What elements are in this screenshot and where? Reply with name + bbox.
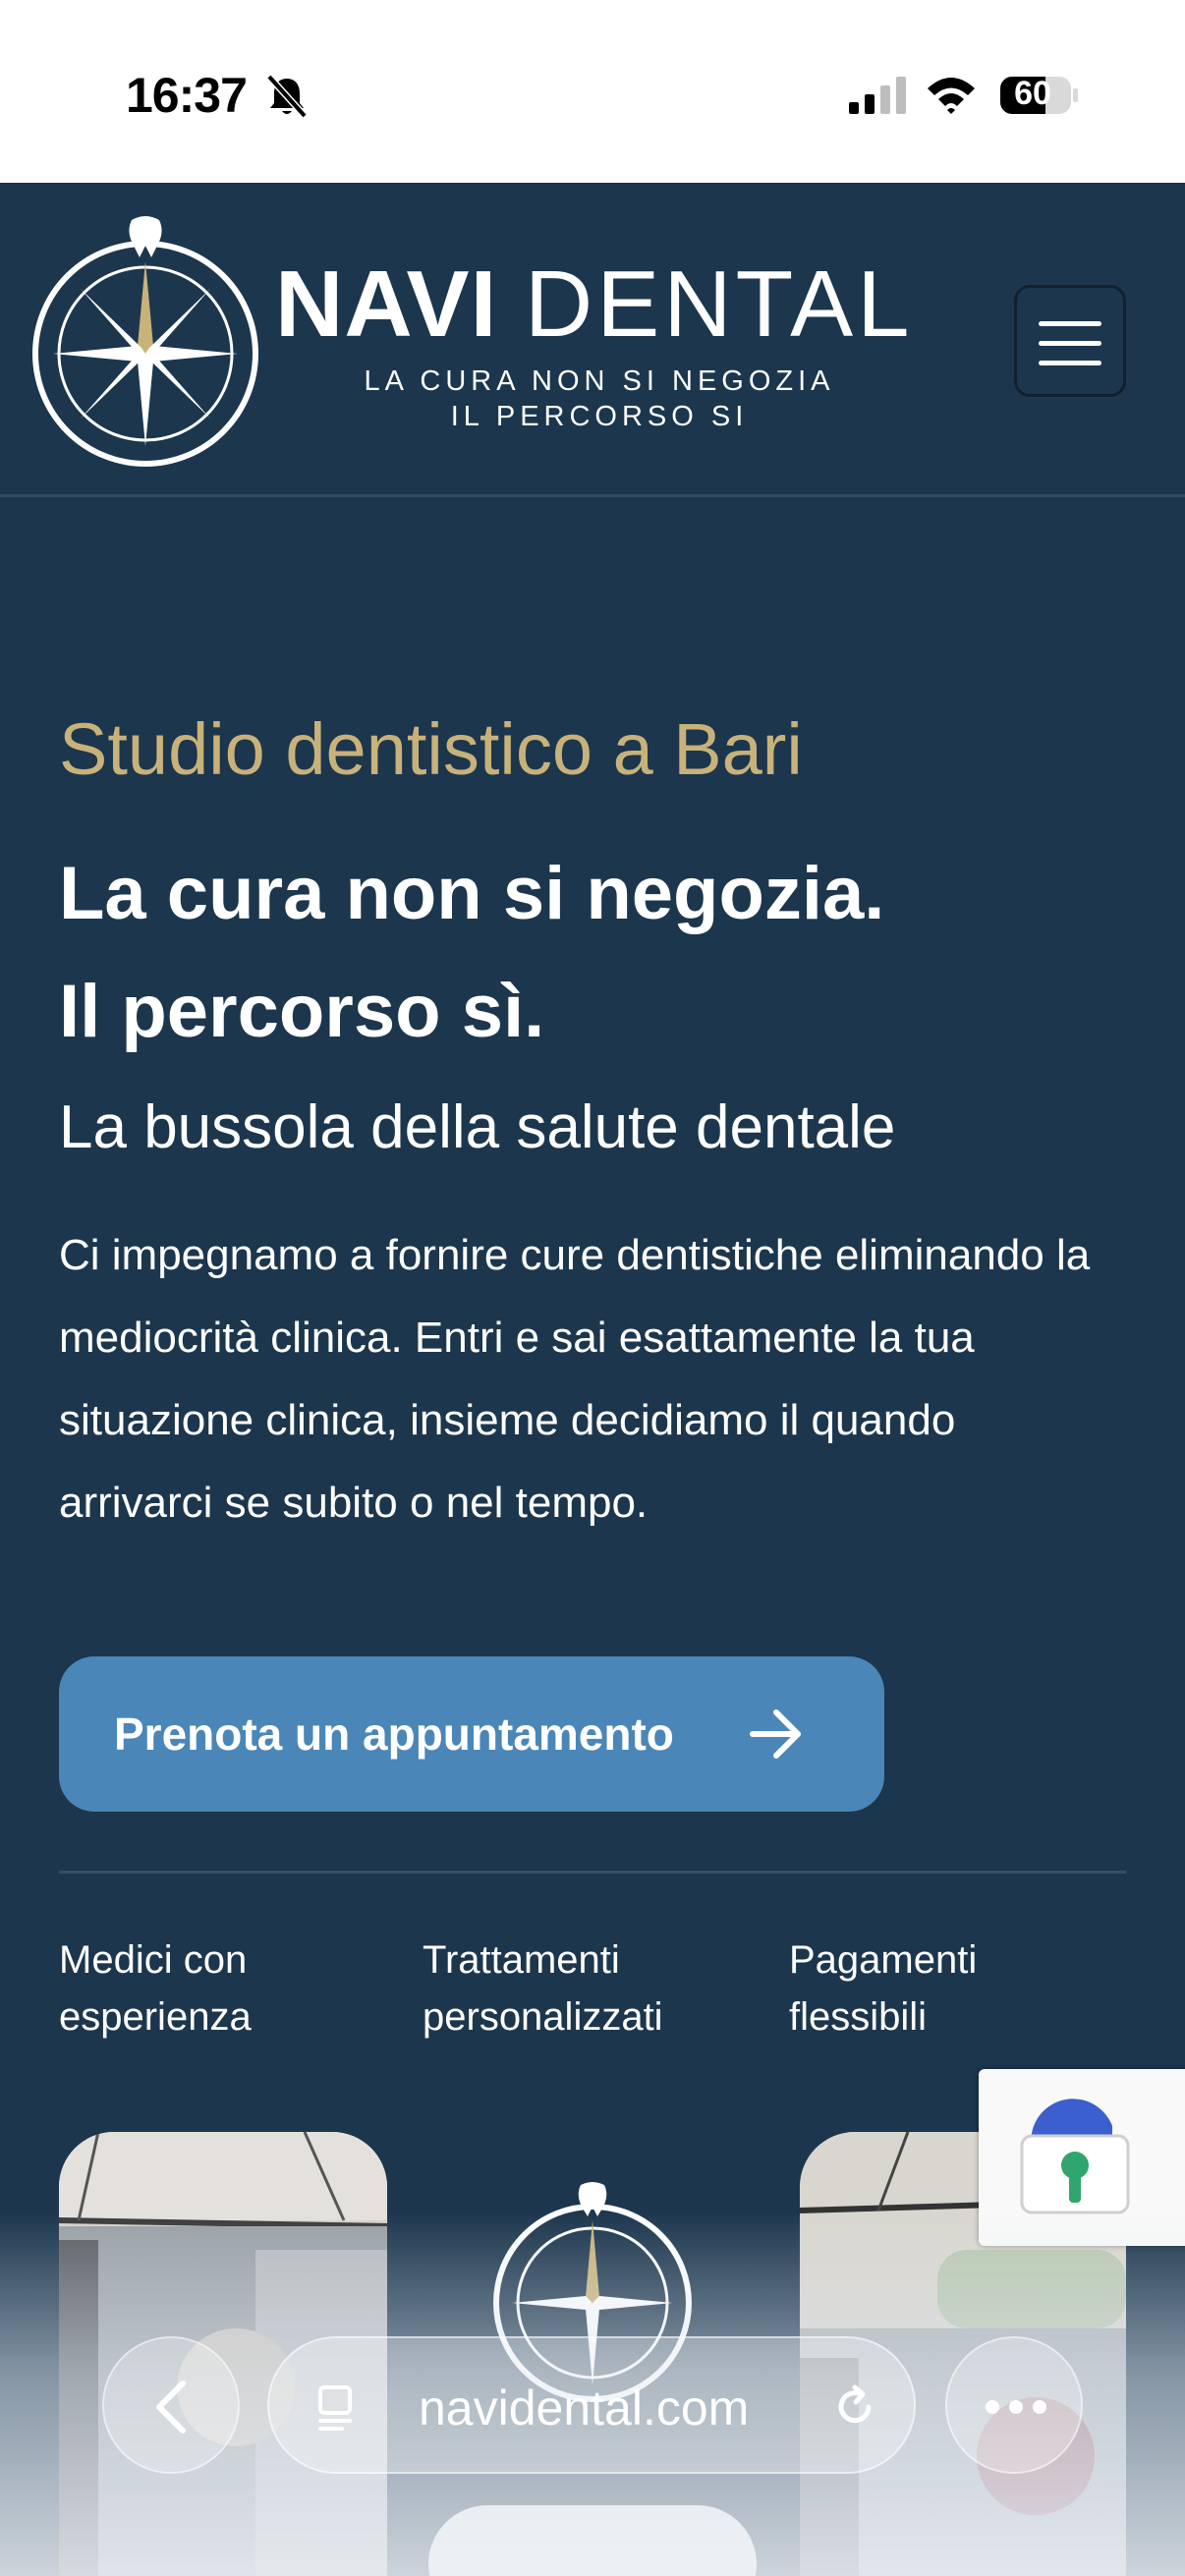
hamburger-menu-button[interactable] [1014, 285, 1126, 397]
tagline-line-1: LA CURA NON SI NEGOZIA [364, 365, 835, 397]
cta-label: Prenota un appuntamento [114, 1708, 674, 1760]
hero-headline: La cura non si negozia. Il percorso sì. [59, 835, 884, 1071]
section-divider [59, 1871, 1126, 1874]
feature-line: Pagamenti [789, 1938, 978, 1982]
hero-eyebrow: Studio dentistico a Bari [59, 708, 803, 790]
ellipsis-icon [986, 2400, 1046, 2414]
site-header: NAVI DENTAL LA CURA NON SI NEGOZIA IL PE… [0, 183, 1185, 497]
feature-doctors: Medici con esperienza [59, 1932, 354, 2045]
tagline-line-2: IL PERCORSO SI [450, 401, 749, 432]
feature-line: flessibili [789, 1995, 928, 2039]
hero-subhead: La bussola della salute dentale [59, 1093, 896, 1161]
reader-tabs-icon[interactable] [309, 2378, 367, 2436]
headline-line-1: La cura non si negozia. [59, 852, 885, 935]
url-text: navidental.com [419, 2380, 750, 2436]
signal-icon [849, 77, 906, 114]
back-button[interactable] [102, 2336, 240, 2474]
more-options-button[interactable] [945, 2336, 1083, 2474]
bell-slash-icon [266, 74, 308, 119]
chevron-left-icon [156, 2380, 186, 2434]
reload-icon[interactable] [825, 2378, 884, 2436]
headline-line-2: Il percorso sì. [59, 970, 545, 1053]
brand-bold: NAVI [275, 252, 498, 357]
feature-line: Trattamenti [423, 1938, 620, 1982]
feature-line: Medici con [59, 1938, 248, 1982]
brand-light: DENTAL [524, 252, 914, 357]
book-appointment-button[interactable]: Prenota un appuntamento [59, 1656, 884, 1812]
feature-line: esperienza [59, 1995, 252, 2039]
feature-treatments: Trattamenti personalizzati [423, 1932, 717, 2045]
brand-name[interactable]: NAVI DENTAL [275, 257, 914, 352]
hero-body: Ci impegnamo a fornire cure dentistiche … [59, 1231, 1091, 1527]
wifi-icon [928, 78, 975, 114]
brand-tagline: LA CURA NON SI NEGOZIA IL PERCORSO SI [324, 364, 875, 434]
address-bar[interactable]: navidental.com [267, 2336, 916, 2474]
feature-line: personalizzati [423, 1995, 663, 2039]
compass-logo-icon[interactable] [29, 212, 261, 468]
arrow-right-icon [750, 1709, 801, 1759]
battery-level: 60 [1014, 75, 1051, 112]
status-bar: 16:37 60 [0, 0, 1185, 183]
recaptcha-icon [1020, 2099, 1130, 2214]
feature-payments: Pagamenti flessibili [789, 1932, 1084, 2045]
status-time: 16:37 [126, 68, 248, 123]
